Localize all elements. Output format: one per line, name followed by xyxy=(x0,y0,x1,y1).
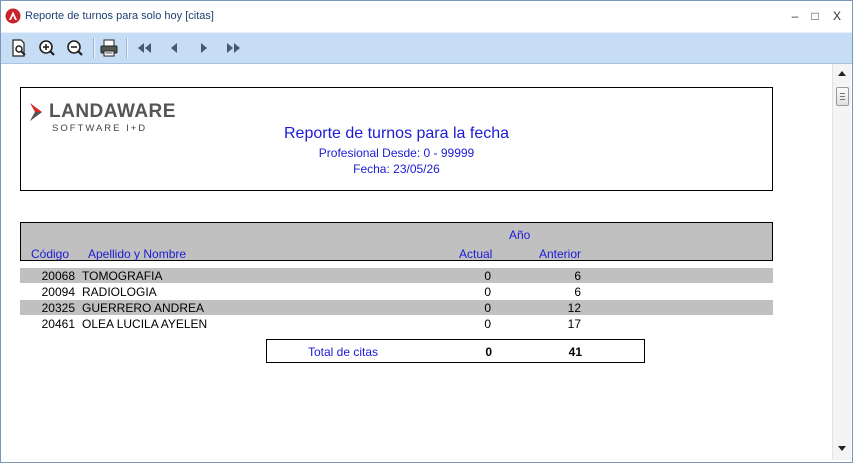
zoom-out-button[interactable] xyxy=(64,38,86,58)
table-row: 20068 TOMOGRAFIA 0 6 xyxy=(20,268,773,283)
report-header: LANDAWARE SOFTWARE I+D Reporte de turnos… xyxy=(20,87,773,191)
maximize-button[interactable]: □ xyxy=(805,7,825,25)
actual-cell: 0 xyxy=(484,285,491,299)
anterior-cell: 12 xyxy=(567,301,581,315)
anterior-cell: 6 xyxy=(574,285,581,299)
scroll-up-icon xyxy=(838,71,846,76)
nombre-cell: TOMOGRAFIA xyxy=(82,269,163,283)
previous-page-icon xyxy=(171,43,177,53)
nombre-cell: RADIOLOGIA xyxy=(82,285,157,299)
print-icon xyxy=(100,39,118,57)
anterior-header: Anterior xyxy=(539,247,582,261)
nombre-header: Apellido y Nombre xyxy=(88,247,187,261)
title-bar[interactable]: Reporte de turnos para solo hoy [citas] … xyxy=(1,1,852,31)
toolbar-separator xyxy=(126,38,128,58)
total-anterior: 41 xyxy=(568,345,582,359)
actual-cell: 0 xyxy=(484,301,491,315)
next-page-icon xyxy=(201,43,207,53)
scroll-down-icon xyxy=(838,446,846,451)
report-title: Reporte de turnos para la fecha xyxy=(283,125,510,142)
table-row: 20325 GUERRERO ANDREA 0 12 xyxy=(20,300,773,315)
logo-mark-icon xyxy=(30,103,42,121)
report-date: Fecha: 23/05/26 xyxy=(353,162,440,176)
zoom-out-icon xyxy=(67,40,83,56)
last-page-icon xyxy=(227,43,240,53)
codigo-cell: 20094 xyxy=(41,285,75,299)
logo-text: LANDAWARE xyxy=(49,101,176,122)
toolbar xyxy=(1,32,852,64)
print-button[interactable] xyxy=(98,38,120,58)
close-button[interactable]: X xyxy=(827,7,847,25)
report-subtitle: Profesional Desde: 0 - 99999 xyxy=(318,146,475,160)
codigo-cell: 20325 xyxy=(41,301,75,315)
last-page-button[interactable] xyxy=(223,38,245,58)
toolbar-separator xyxy=(93,38,95,58)
nombre-cell: OLEA LUCILA AYELEN xyxy=(82,317,208,331)
maximize-icon: □ xyxy=(811,9,819,23)
minimize-button[interactable]: – xyxy=(785,7,805,25)
table-row: 20461 OLEA LUCILA AYELEN 0 17 xyxy=(20,316,773,331)
anterior-cell: 17 xyxy=(567,317,581,331)
first-page-button[interactable] xyxy=(134,38,156,58)
anterior-cell: 6 xyxy=(574,269,581,283)
zoom-in-icon xyxy=(39,40,55,56)
total-label: Total de citas xyxy=(308,345,379,359)
nombre-cell: GUERRERO ANDREA xyxy=(82,301,205,315)
next-page-button[interactable] xyxy=(193,38,215,58)
close-icon: X xyxy=(832,9,841,23)
codigo-cell: 20068 xyxy=(41,269,75,283)
year-group-header: Año xyxy=(509,228,531,242)
preview-button[interactable] xyxy=(9,38,31,58)
window-title: Reporte de turnos para solo hoy [citas] xyxy=(25,10,214,22)
zoom-in-button[interactable] xyxy=(36,38,58,58)
report-window: Reporte de turnos para solo hoy [citas] … xyxy=(0,0,853,463)
actual-header: Actual xyxy=(459,247,493,261)
report-page: LANDAWARE SOFTWARE I+D Reporte de turnos… xyxy=(5,64,832,458)
column-header: Año Código Apellido y Nombre Actual Ante… xyxy=(20,222,773,261)
scroll-up-button[interactable] xyxy=(833,66,851,82)
codigo-cell: 20461 xyxy=(41,317,75,331)
app-icon xyxy=(5,8,21,24)
actual-cell: 0 xyxy=(484,317,491,331)
scroll-down-button[interactable] xyxy=(833,442,851,458)
scroll-thumb[interactable] xyxy=(836,87,849,106)
table-row: 20094 RADIOLOGIA 0 6 xyxy=(20,284,773,299)
codigo-header: Código xyxy=(31,247,70,261)
actual-cell: 0 xyxy=(484,269,491,283)
previous-page-button[interactable] xyxy=(163,38,185,58)
vertical-scrollbar[interactable] xyxy=(832,64,851,460)
preview-icon xyxy=(12,39,26,57)
minimize-icon: – xyxy=(791,9,799,23)
first-page-icon xyxy=(138,43,151,53)
total-box: Total de citas 0 41 xyxy=(266,339,645,363)
total-actual: 0 xyxy=(485,345,492,359)
